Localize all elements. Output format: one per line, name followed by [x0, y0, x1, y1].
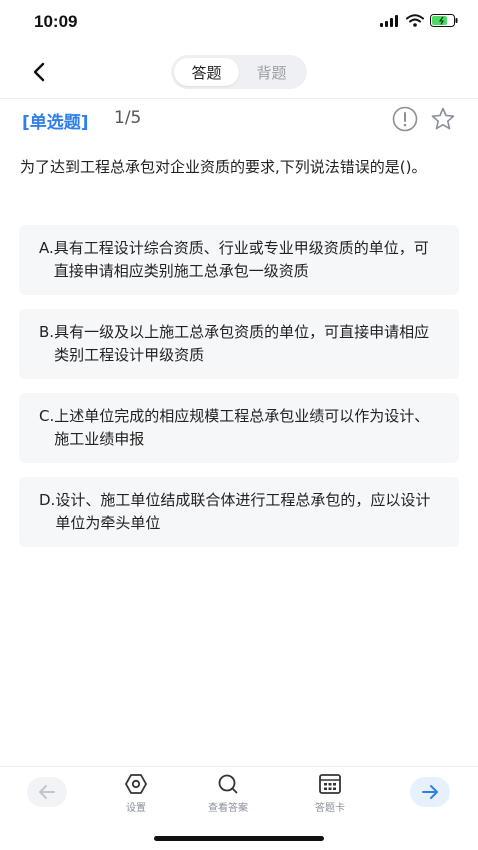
option-c[interactable]: C. 上述单位完成的相应规模工程总承包业绩可以作为设计、施工业绩申报 [19, 393, 459, 463]
view-answer-label: 查看答案 [208, 803, 248, 814]
option-d[interactable]: D. 设计、施工单位结成联合体进行工程总承包的，应以设计单位为牵头单位 [19, 477, 459, 547]
signal-icon [380, 14, 398, 27]
tab-answer[interactable]: 答题 [174, 58, 239, 86]
question-progress: 1/5 [114, 108, 142, 128]
prev-button[interactable] [27, 777, 67, 807]
status-bar: 10:09 [0, 0, 478, 46]
option-letter: C. [39, 407, 55, 425]
option-letter: A. [39, 239, 54, 257]
wifi-icon [406, 14, 424, 27]
favorite-button[interactable] [430, 106, 456, 132]
status-time: 10:09 [34, 12, 78, 31]
star-icon [431, 107, 455, 130]
answer-card-icon [319, 774, 341, 794]
answer-card-label: 答题卡 [315, 803, 345, 814]
question-type: [单选题] [22, 113, 89, 133]
next-arrow-icon [422, 785, 438, 799]
status-icons [380, 14, 458, 27]
option-a[interactable]: A. 具有工程设计综合资质、行业或专业甲级资质的单位，可直接申请相应类别施工总承… [19, 225, 459, 295]
option-b[interactable]: B. 具有一级及以上施工总承包资质的单位，可直接申请相应类别工程设计甲级资质 [19, 309, 459, 379]
question-stem: 为了达到工程总承包对企业资质的要求,下列说法错误的是()。 [20, 158, 427, 176]
option-letter: D. [39, 491, 56, 509]
option-text: 具有一级及以上施工总承包资质的单位，可直接申请相应类别工程设计甲级资质 [54, 323, 430, 364]
option-letter: B. [39, 323, 55, 341]
settings-label: 设置 [126, 803, 146, 814]
home-indicator [154, 836, 324, 841]
option-text: 上述单位完成的相应规模工程总承包业绩可以作为设计、施工业绩申报 [54, 407, 430, 448]
question-header: [单选题] 1/5 [22, 106, 462, 134]
nav-divider [0, 98, 478, 99]
battery-icon [430, 14, 458, 27]
settings-button[interactable]: 设置 [124, 773, 148, 814]
back-icon [33, 62, 45, 82]
options-list: A. 具有工程设计综合资质、行业或专业甲级资质的单位，可直接申请相应类别施工总承… [19, 225, 459, 561]
mode-toggle: 答题 背题 [171, 55, 307, 89]
nav-bar: 答题 背题 [0, 50, 478, 94]
next-button[interactable] [410, 777, 450, 807]
report-button[interactable] [392, 106, 418, 132]
prev-arrow-icon [39, 785, 55, 799]
back-button[interactable] [26, 58, 54, 86]
settings-icon [125, 774, 147, 794]
option-text: 具有工程设计综合资质、行业或专业甲级资质的单位，可直接申请相应类别施工总承包一级… [53, 239, 429, 280]
search-icon [218, 774, 238, 794]
view-answer-button[interactable]: 查看答案 [208, 773, 248, 814]
report-icon [392, 106, 418, 132]
option-text: 设计、施工单位结成联合体进行工程总承包的，应以设计单位为牵头单位 [55, 491, 431, 532]
answer-card-button[interactable]: 答题卡 [315, 773, 345, 814]
tab-memorize[interactable]: 背题 [239, 58, 304, 86]
